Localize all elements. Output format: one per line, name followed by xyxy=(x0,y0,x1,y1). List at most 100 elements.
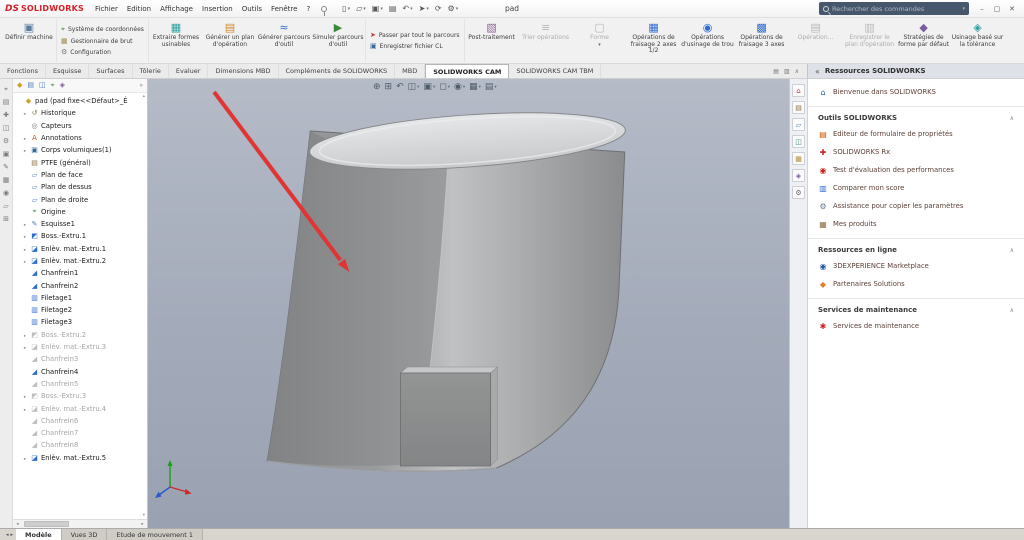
tree-item[interactable]: ▸ ▱ Plan de face xyxy=(15,169,147,181)
task-pane-link[interactable]: ◉ Test d'évaluation des performances xyxy=(808,161,1024,179)
ribbon-option-icon[interactable]: ▥ xyxy=(784,68,790,75)
toolbar-button[interactable]: ▤ ▾ xyxy=(389,4,397,13)
expand-arrow-icon[interactable]: ▸ xyxy=(24,334,26,339)
view-tool-button[interactable]: ⊕ ▾ xyxy=(373,82,381,92)
tree-item[interactable]: ▸ ◢ Chanfrein5 xyxy=(15,378,147,390)
left-toolbar-icon[interactable]: ▦ xyxy=(3,176,10,184)
tree-item[interactable]: ▸ ◩ Boss.-Extru.3 xyxy=(15,390,147,402)
left-toolbar-icon[interactable]: ✚ xyxy=(3,111,9,119)
expand-arrow-icon[interactable]: ▸ xyxy=(24,112,26,117)
ribbon-small-button[interactable]: ⌖ Système de coordonnées xyxy=(61,25,144,34)
tree-item[interactable]: ▸ ▱ Plan de dessus xyxy=(15,181,147,193)
scrollbar-thumb[interactable] xyxy=(24,521,69,527)
menu-item[interactable]: Outils xyxy=(238,3,266,15)
task-pane-link[interactable]: ✱ Services de maintenance xyxy=(808,317,1024,335)
task-pane-link[interactable]: ◉ 3DEXPERIENCE Marketplace xyxy=(808,257,1024,275)
left-toolbar-icon[interactable]: ⚙ xyxy=(3,137,9,145)
command-tab[interactable]: Esquisse xyxy=(46,64,89,78)
view-tool-button[interactable]: ⊞ ▾ xyxy=(385,82,393,92)
tree-tab-icon[interactable]: ⌖ xyxy=(51,81,55,90)
command-search[interactable]: ▾ xyxy=(819,2,969,15)
expand-arrow-icon[interactable]: ▸ xyxy=(24,395,26,400)
ribbon-button[interactable]: ◈ Usinage basé sur la tolérance ▾ xyxy=(951,19,1005,62)
tree-tab-icon[interactable]: ◆ xyxy=(17,81,22,90)
left-toolbar-icon[interactable]: ◉ xyxy=(3,189,9,197)
menu-item[interactable]: Fenêtre xyxy=(267,3,301,15)
tree-horizontal-scrollbar[interactable]: ◂ ▸ xyxy=(13,519,147,528)
expand-arrow-icon[interactable]: ▸ xyxy=(24,235,26,240)
chevron-down-icon[interactable]: ▾ xyxy=(463,85,465,90)
tree-item[interactable]: ▸ ↺ Historique xyxy=(15,107,147,119)
tab-scroll-icon[interactable]: ▸ xyxy=(11,532,14,538)
document-tab[interactable]: Etude de mouvement 1 xyxy=(107,529,203,540)
chevron-down-icon[interactable]: ▾ xyxy=(426,6,429,12)
ribbon-button[interactable]: ▦ Extraire formes usinables ▾ xyxy=(149,19,203,62)
window-control-button[interactable]: ✕ xyxy=(1005,2,1019,16)
toolbar-button[interactable]: ▯ ▾ xyxy=(342,4,350,13)
tree-item[interactable]: ▸ A Annotations xyxy=(15,132,147,144)
chevron-down-icon[interactable]: ▾ xyxy=(962,6,965,12)
menu-item[interactable]: Insertion xyxy=(198,3,237,15)
collapse-chevron-icon[interactable]: ∧ xyxy=(1010,247,1014,254)
toolbar-button[interactable]: ▣ ▾ xyxy=(372,4,383,13)
chevron-down-icon[interactable]: ▾ xyxy=(417,85,419,90)
view-tool-button[interactable]: ◻ ▾ xyxy=(439,82,450,92)
command-tab[interactable]: MBD xyxy=(395,64,425,78)
graphics-viewport[interactable]: ⊕ ▾ ⊞ ▾ ↶ ▾ ◫ ▾ ▣ ▾ ◻ xyxy=(148,79,789,528)
left-toolbar-icon[interactable]: ⊞ xyxy=(3,215,9,223)
task-pane-tab[interactable]: ◈ xyxy=(792,169,805,182)
command-tab[interactable]: Evaluer xyxy=(169,64,209,78)
left-toolbar-icon[interactable]: ▣ xyxy=(3,150,10,158)
command-tab[interactable]: Dimensions MBD xyxy=(208,64,278,78)
tree-tab-icon[interactable]: ◈ xyxy=(60,81,65,90)
expand-arrow-icon[interactable]: ▸ xyxy=(24,457,26,462)
left-toolbar-icon[interactable]: ⌖ xyxy=(4,85,8,93)
expand-arrow-icon[interactable]: ▸ xyxy=(24,223,26,228)
ribbon-small-button[interactable]: ▦ Gestionnaire de brut xyxy=(61,37,144,45)
left-toolbar-icon[interactable]: ▱ xyxy=(3,202,8,210)
collapse-chevron-icon[interactable]: ∧ xyxy=(1010,115,1014,122)
task-pane-tab[interactable]: ▦ xyxy=(792,152,805,165)
toolbar-button[interactable]: ➤ ▾ xyxy=(419,4,429,13)
tree-item[interactable]: ▸ ◢ Chanfrein2 xyxy=(15,279,147,291)
ribbon-button[interactable]: ▣ Définir machine ▾ xyxy=(2,19,56,62)
task-pane-link[interactable]: ▥ Comparer mon score xyxy=(808,179,1024,197)
chevron-down-icon[interactable]: ▾ xyxy=(448,85,450,90)
tree-item[interactable]: ▸ ◢ Chanfrein3 xyxy=(15,353,147,365)
left-toolbar-icon[interactable]: ✎ xyxy=(3,163,9,171)
scrollbar-track[interactable] xyxy=(22,520,138,528)
tree-tab-icon[interactable]: ▤ xyxy=(27,81,34,90)
ribbon-button[interactable]: ▤ Générer un plan d'opération ▾ xyxy=(203,19,257,62)
chevron-down-icon[interactable]: ▾ xyxy=(380,6,383,12)
tree-item[interactable]: ▸ ◢ Chanfrein4 xyxy=(15,366,147,378)
expand-arrow-icon[interactable]: ▸ xyxy=(24,149,26,154)
tree-item[interactable]: ▸ ◆ pad (pad fixe<<Défaut>_É xyxy=(15,95,147,107)
section-header-tools[interactable]: Outils SOLIDWORKS ∧ xyxy=(808,106,1024,125)
expand-arrow-icon[interactable]: ▸ xyxy=(24,137,26,142)
toolbar-button[interactable]: ⚙ ▾ xyxy=(448,4,459,13)
menu-item[interactable]: Affichage xyxy=(156,3,197,15)
tree-item[interactable]: ▸ ◩ Boss.-Extru.1 xyxy=(15,230,147,242)
menu-item[interactable]: ? xyxy=(302,3,314,15)
expand-arrow-icon[interactable]: ▸ xyxy=(24,260,26,265)
view-tool-button[interactable]: ▣ ▾ xyxy=(423,82,435,92)
tree-item[interactable]: ▸ ▥ Filetage3 xyxy=(15,316,147,328)
section-header-online[interactable]: Ressources en ligne ∧ xyxy=(808,238,1024,257)
chevron-down-icon[interactable]: ▾ xyxy=(456,6,459,12)
ribbon-button[interactable]: ▥ Enregistrer le plan d'opération ▾ xyxy=(843,19,897,62)
task-pane-link[interactable]: ◆ Partenaires Solutions xyxy=(808,275,1024,293)
command-tab[interactable]: SOLIDWORKS CAM TBM xyxy=(509,64,601,78)
expand-arrow-icon[interactable]: ▸ xyxy=(24,408,26,413)
view-tool-button[interactable]: ▦ ▾ xyxy=(469,82,481,92)
chevron-down-icon[interactable]: ▾ xyxy=(479,85,481,90)
ribbon-button[interactable]: ◆ Stratégies de forme par défaut ▾ xyxy=(897,19,951,62)
task-pane-link[interactable]: ▤ Editeur de formulaire de propriétés xyxy=(808,125,1024,143)
ribbon-button[interactable]: ≡ Trier opérations ▾ xyxy=(519,19,573,62)
ribbon-button[interactable]: ◉ Opérations d'usinage de trou ▾ xyxy=(681,19,735,62)
ribbon-option-icon[interactable]: ∧ xyxy=(795,68,799,75)
scroll-left-icon[interactable]: ◂ xyxy=(13,522,22,527)
left-toolbar-icon[interactable]: ◫ xyxy=(3,124,10,132)
tree-item[interactable]: ▸ ◎ Capteurs xyxy=(15,120,147,132)
command-tab[interactable]: Compléments de SOLIDWORKS xyxy=(279,64,396,78)
ribbon-small-button[interactable]: ▣ Enregistrer fichier CL xyxy=(370,42,460,50)
